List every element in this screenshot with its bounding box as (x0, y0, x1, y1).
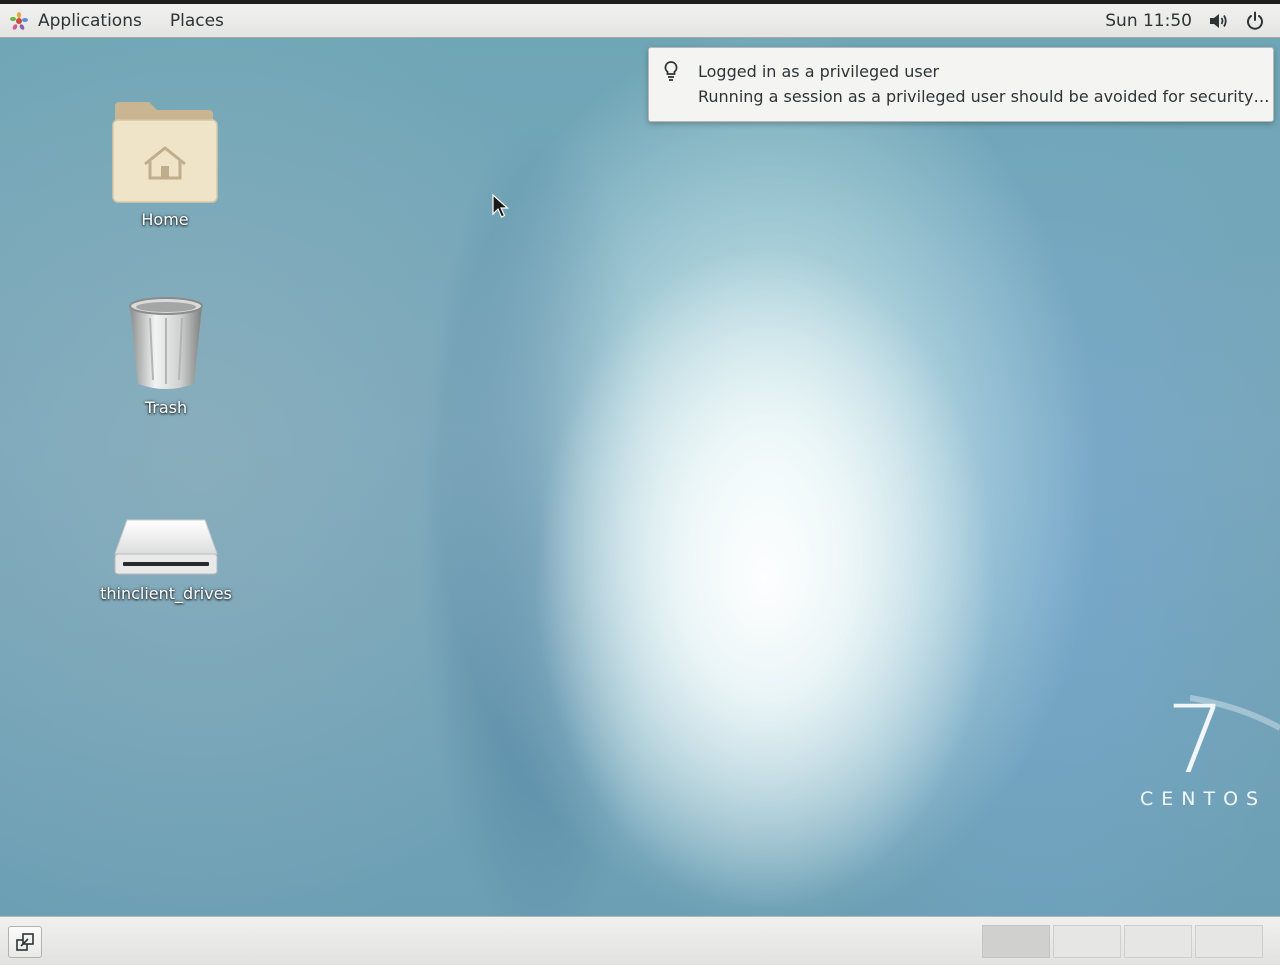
show-desktop-button[interactable] (8, 926, 42, 958)
notification-body: Running a session as a privileged user s… (698, 87, 1270, 106)
workspace-4[interactable] (1195, 925, 1263, 958)
desktop-icon-label: thinclient_drives (100, 584, 232, 603)
places-menu[interactable]: Places (156, 4, 238, 37)
workspace-switcher (982, 925, 1266, 958)
top-panel: Applications Places Sun 11:50 (0, 0, 1280, 38)
desktop-icon-label: Trash (144, 398, 188, 417)
desktop-icon-label: Home (141, 210, 189, 229)
workspace-2[interactable] (1053, 925, 1121, 958)
desktop[interactable]: Home Trash thinclient_drives 7 CENTOS (0, 38, 1280, 916)
home-folder-icon (109, 94, 221, 204)
gnome-foot-icon (10, 11, 28, 30)
mouse-cursor-icon (492, 194, 510, 218)
drive-icon (110, 468, 222, 578)
power-icon[interactable] (1244, 10, 1266, 32)
trash-icon (110, 282, 222, 392)
lightbulb-icon (664, 61, 678, 81)
clock[interactable]: Sun 11:50 (1089, 11, 1208, 31)
centos-wordmark: CENTOS (1140, 788, 1267, 810)
notification-banner[interactable]: Logged in as a privileged user Running a… (648, 47, 1274, 122)
show-desktop-icon (16, 933, 34, 951)
notification-title: Logged in as a privileged user (698, 62, 940, 81)
applications-menu[interactable]: Applications (0, 4, 156, 37)
desktop-icon-thinclient-drives[interactable]: thinclient_drives (86, 468, 246, 603)
workspace-1[interactable] (982, 925, 1050, 958)
centos-version-number: 7 (1166, 686, 1226, 795)
desktop-icon-trash[interactable]: Trash (86, 282, 246, 417)
applications-label: Applications (38, 10, 142, 31)
desktop-icon-home[interactable]: Home (85, 94, 245, 229)
workspace-3[interactable] (1124, 925, 1192, 958)
bottom-panel (0, 916, 1280, 965)
volume-icon[interactable] (1208, 10, 1230, 32)
places-label: Places (169, 10, 224, 31)
centos-branding: 7 CENTOS (1136, 694, 1266, 814)
